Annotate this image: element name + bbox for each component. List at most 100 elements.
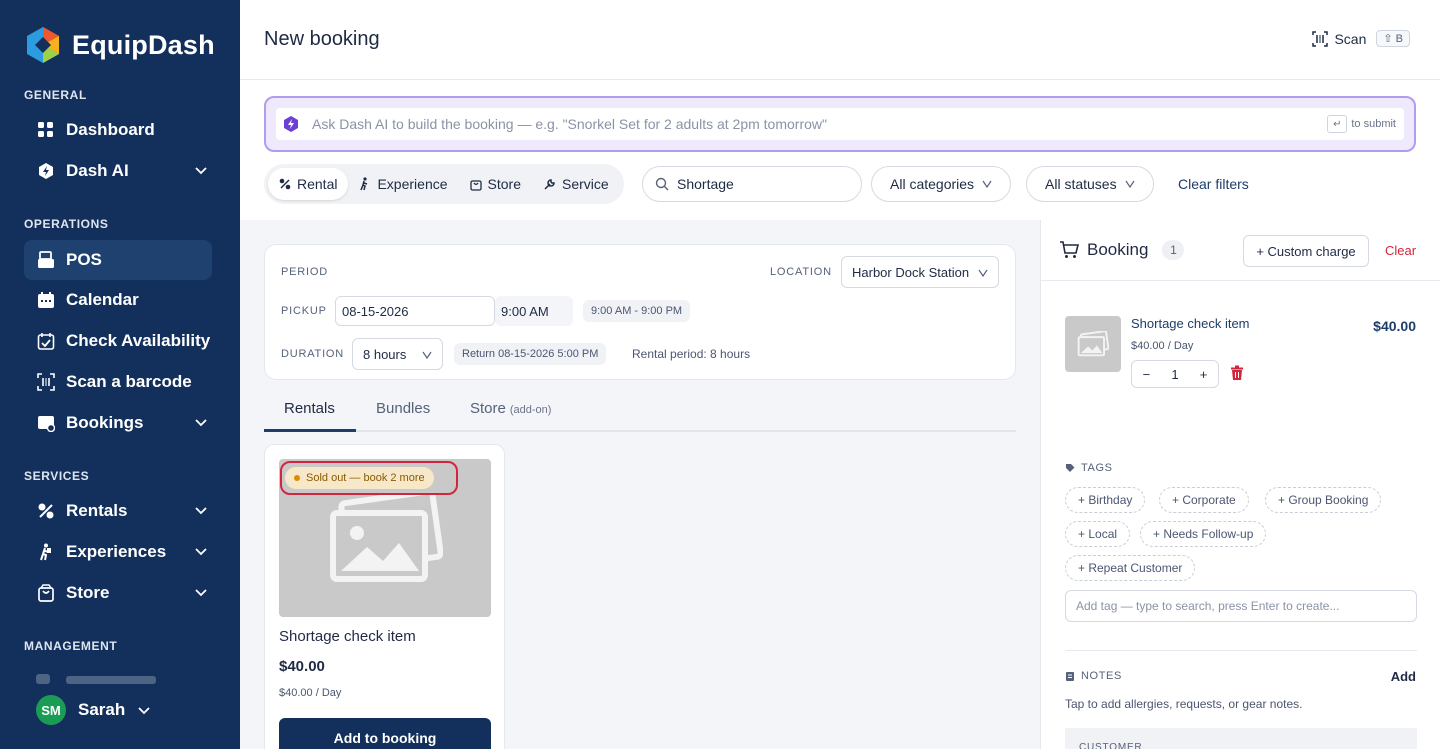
tab-store[interactable]: Store (add-on) [470, 400, 551, 417]
image-placeholder-icon [1077, 331, 1109, 357]
statuses-dropdown[interactable]: All statuses [1026, 166, 1154, 202]
hours-chip: 9:00 AM - 9:00 PM [583, 300, 691, 322]
sidebar-item-scan-barcode[interactable]: Scan a barcode [24, 362, 212, 402]
brand[interactable]: EquipDash [24, 26, 215, 64]
pickup-label: PICKUP [281, 305, 327, 317]
return-chip: Return 08-15-2026 5:00 PM [454, 343, 607, 365]
section-management: MANAGEMENT [24, 639, 118, 653]
chevron-down-icon [978, 269, 988, 277]
tag-chip[interactable]: + Repeat Customer [1065, 555, 1196, 581]
chevron-down-icon[interactable] [194, 163, 208, 177]
sidebar-item-calendar[interactable]: Calendar [24, 280, 212, 320]
tag-chip[interactable]: + Corporate [1159, 487, 1249, 513]
booking-panel: Booking 1 + Custom charge Clear Shortage… [1040, 220, 1440, 749]
chevron-down-icon[interactable] [194, 415, 208, 429]
sidebar-item-label: POS [66, 250, 102, 269]
topbar: New booking Scan ⇧ B [240, 0, 1440, 80]
register-icon [36, 250, 56, 270]
sidebar-item-experiences[interactable]: Experiences [24, 532, 212, 572]
clear-filters-link[interactable]: Clear filters [1178, 176, 1249, 192]
notes-section-label: NOTES [1065, 670, 1122, 682]
tab-store-label: Store [470, 400, 506, 417]
search-input[interactable]: Shortage [642, 166, 862, 202]
line-item-thumbnail [1065, 316, 1121, 372]
bookings-icon [36, 413, 56, 433]
product-name: Shortage check item [279, 628, 416, 645]
sidebar-item-label: Dashboard [66, 120, 155, 139]
chevron-down-icon[interactable] [194, 585, 208, 599]
line-item-name[interactable]: Shortage check item [1131, 316, 1250, 331]
tag-chip[interactable]: + Birthday [1065, 487, 1146, 513]
pickup-date-input[interactable]: 08-15-2026 [335, 296, 495, 326]
tab-bundles[interactable]: Bundles [376, 400, 430, 417]
tab-store-sub: (add-on) [509, 404, 552, 416]
quantity-stepper[interactable]: − 1 + [1131, 360, 1219, 388]
type-rental[interactable]: Rental [268, 168, 349, 200]
location-select[interactable]: Harbor Dock Station [841, 256, 999, 288]
shopping-bag-icon [469, 179, 482, 191]
sidebar-item-rentals[interactable]: Rentals [24, 491, 212, 531]
type-store[interactable]: Store [459, 168, 532, 200]
tag-chip[interactable]: + Local [1065, 521, 1131, 547]
sidebar-item-faded [36, 670, 206, 684]
search-icon [655, 177, 669, 191]
ai-placeholder: Ask Dash AI to build the booking — e.g. … [312, 116, 827, 132]
product-tabs: Rentals Bundles Store (add-on) [264, 392, 1016, 432]
avatar: SM [36, 695, 66, 725]
categories-dropdown[interactable]: All categories [871, 166, 1012, 202]
type-experience[interactable]: Experience [348, 168, 458, 200]
submit-hint-text: to submit [1351, 118, 1396, 130]
calendar-check-icon [36, 331, 56, 351]
increment-button[interactable]: + [1200, 367, 1208, 382]
chevron-down-icon [422, 351, 432, 359]
type-service[interactable]: Service [532, 168, 620, 200]
sidebar-item-bookings[interactable]: Bookings [24, 403, 212, 443]
calendar-icon [36, 290, 56, 310]
tag-input[interactable]: Add tag — type to search, press Enter to… [1065, 590, 1417, 622]
product-card[interactable]: Sold out — book 2 more Shortage check it… [264, 444, 505, 749]
duration-value: 8 hours [363, 346, 407, 362]
add-note-button[interactable]: Add [1391, 669, 1416, 684]
ai-input[interactable]: Ask Dash AI to build the booking — e.g. … [276, 108, 1404, 140]
notes-hint[interactable]: Tap to add allergies, requests, or gear … [1065, 697, 1302, 711]
chevron-down-icon[interactable] [194, 544, 208, 558]
chevron-down-icon[interactable] [194, 503, 208, 517]
sidebar-item-label: Dash AI [66, 161, 129, 180]
hiker-icon [36, 542, 56, 562]
clear-booking-button[interactable]: Clear [1385, 243, 1416, 258]
tags-label-text: TAGS [1081, 462, 1113, 474]
sidebar-item-label: Store [66, 583, 110, 602]
tag-chip[interactable]: + Group Booking [1265, 487, 1382, 513]
rental-period-text: Rental period: 8 hours [632, 347, 751, 361]
sidebar-item-dashboard[interactable]: Dashboard [24, 110, 212, 150]
location-label: LOCATION [770, 266, 832, 278]
duration-select[interactable]: 8 hours [352, 338, 443, 370]
decrement-button[interactable]: − [1143, 367, 1151, 382]
sidebar-item-dash-ai[interactable]: Dash AI [24, 151, 212, 191]
add-to-booking-button[interactable]: Add to booking [279, 718, 491, 749]
sidebar-item-pos[interactable]: POS [24, 240, 212, 280]
sidebar-item-store[interactable]: Store [24, 573, 212, 613]
dash-ai-icon [284, 116, 298, 132]
trash-icon[interactable] [1229, 365, 1245, 381]
product-price: $40.00 [279, 658, 325, 675]
tags-section-label: TAGS [1065, 462, 1113, 474]
booking-header: Booking 1 [1059, 240, 1185, 260]
barcode-scan-icon [36, 372, 56, 392]
type-label: Service [561, 176, 609, 192]
sidebar-item-check-availability[interactable]: Check Availability [24, 321, 212, 361]
pickup-time-input[interactable]: 9:00 AM [495, 296, 573, 326]
cart-icon [1060, 241, 1079, 258]
tag-chip[interactable]: + Needs Follow-up [1140, 521, 1267, 547]
sidebar-item-label: Experiences [66, 542, 167, 561]
sidebar-item-label: Check Availability [66, 331, 211, 350]
tab-rentals[interactable]: Rentals [284, 400, 335, 417]
customer-section: CUSTOMER [1065, 728, 1417, 749]
line-item-rate: $40.00 / Day [1131, 340, 1194, 352]
scan-button[interactable]: Scan ⇧ B [1312, 30, 1410, 47]
ai-prompt-bar[interactable]: Ask Dash AI to build the booking — e.g. … [264, 96, 1416, 152]
user-menu[interactable]: SM Sarah [36, 695, 151, 725]
snorkel-icon [279, 178, 291, 190]
duration-label: DURATION [281, 348, 345, 360]
custom-charge-button[interactable]: + Custom charge [1243, 235, 1369, 267]
